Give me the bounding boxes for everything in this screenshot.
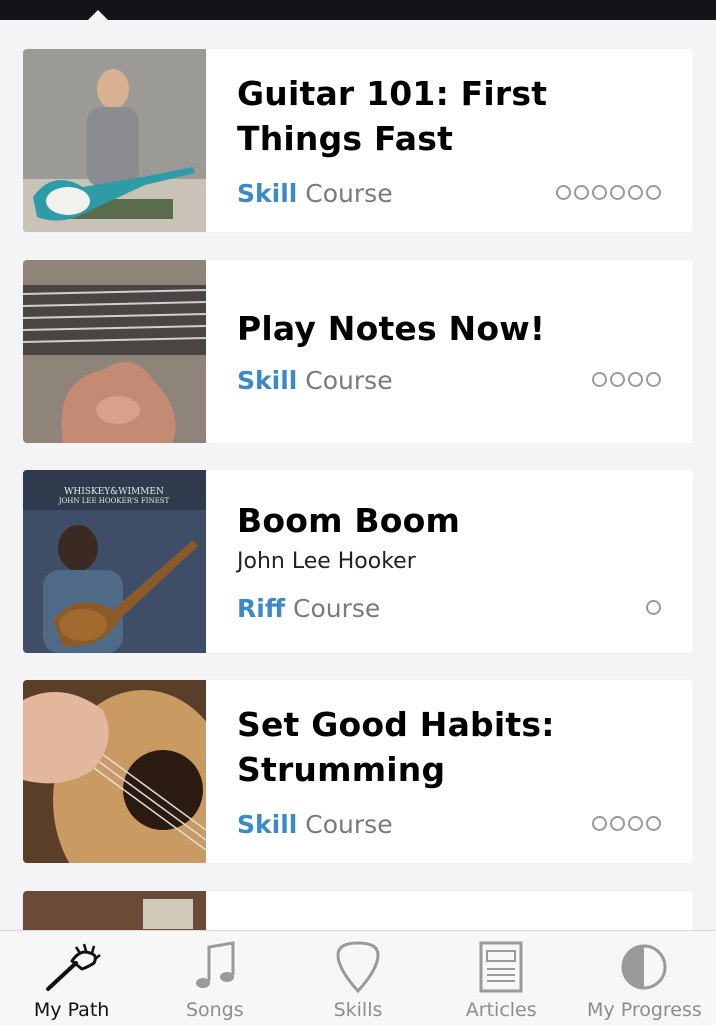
course-meta: Skill Course [237,810,393,839]
newspaper-icon [479,941,523,993]
progress-dot [556,185,571,200]
course-card[interactable]: Set Good Habits: Strumming Skill Course [23,680,693,863]
tab-songs[interactable]: Songs [143,931,286,1025]
course-card[interactable] [23,891,693,930]
course-card[interactable]: WHISKEY&WIMMEN JOHN LEE HOOKER'S FINEST … [23,470,693,653]
album-text-bottom: JOHN LEE HOOKER'S FINEST [58,497,170,505]
course-title: Guitar 101: First Things Fast [237,74,548,158]
progress-dot [592,372,607,387]
progress-dot [610,372,625,387]
album-text-top: WHISKEY&WIMMEN [64,487,164,497]
course-type: Skill [237,366,298,395]
progress-dot [628,372,643,387]
tab-label: My Path [33,999,110,1021]
tab-skills[interactable]: Skills [286,931,429,1025]
tab-my-path[interactable]: My Path [0,931,143,1025]
course-meta: Skill Course [237,366,393,395]
tab-my-progress[interactable]: My Progress [573,931,716,1025]
tab-label: Articles [465,999,537,1021]
progress-dot [628,185,643,200]
progress-dot [592,185,607,200]
course-meta: Skill Course [237,179,393,208]
course-kind: Course [305,366,393,395]
tab-label: My Progress [587,999,702,1021]
progress-dots [556,185,661,200]
course-title: Set Good Habits: Strumming [237,705,555,789]
progress-dots [592,372,661,387]
progress-dot [628,816,643,831]
bottom-tab-bar: My Path Songs Skills Articles My Progres… [0,930,716,1025]
album-cover-thumbnail [23,891,206,930]
tab-label: Skills [333,999,383,1021]
progress-dots [592,816,661,831]
progress-dot [646,600,661,615]
course-title: Play Notes Now! [237,309,546,348]
course-feed[interactable]: Guitar 101: First Things Fast Skill Cour… [0,20,716,930]
progress-dot [574,185,589,200]
guitar-pick-icon [336,941,380,994]
course-type: Riff [237,594,286,623]
tab-articles[interactable]: Articles [430,931,573,1025]
course-kind: Course [305,179,393,208]
progress-dot [592,816,607,831]
progress-dot [610,185,625,200]
progress-dots [646,600,661,615]
fretboard-hand-thumbnail [23,260,206,443]
active-tab-caret [88,10,108,20]
progress-dot [646,372,661,387]
course-card[interactable]: Guitar 101: First Things Fast Skill Cour… [23,49,693,232]
tab-label: Songs [185,999,244,1021]
course-kind: Course [305,810,393,839]
progress-dot [646,816,661,831]
course-type: Skill [237,810,298,839]
album-cover-thumbnail: WHISKEY&WIMMEN JOHN LEE HOOKER'S FINEST [23,470,206,653]
course-type: Skill [237,179,298,208]
progress-dot [646,185,661,200]
course-kind: Course [293,594,381,623]
course-card[interactable]: Play Notes Now! Skill Course [23,260,693,443]
progress-dot [610,816,625,831]
guitar-headstock-icon [45,943,101,991]
music-note-icon [195,941,235,988]
half-circle-icon [621,944,667,990]
course-artist: John Lee Hooker [237,549,416,574]
guitar-player-thumbnail [23,49,206,232]
course-title: Boom Boom [237,501,461,540]
course-meta: Riff Course [237,594,380,623]
strumming-hand-thumbnail [23,680,206,863]
